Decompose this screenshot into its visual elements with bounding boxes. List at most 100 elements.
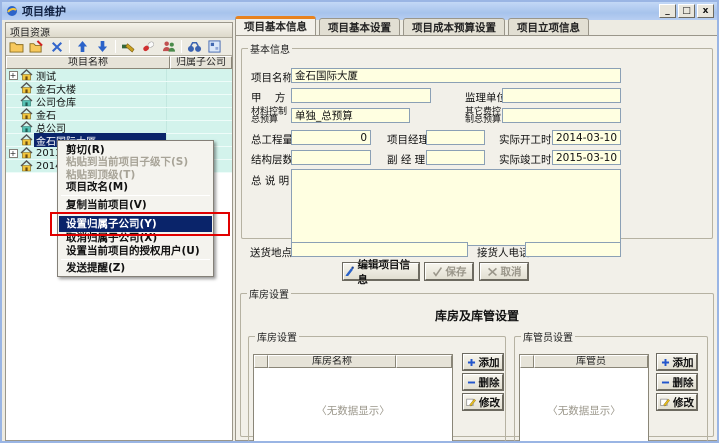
cancel-x-icon: [487, 266, 498, 277]
keeper-column-header[interactable]: 库管员: [534, 355, 648, 368]
expand-plus-icon[interactable]: +: [9, 71, 18, 80]
left-panel-header: 项目资源: [6, 23, 232, 38]
remove-button-label: 删除: [479, 375, 500, 390]
tree-toolbar: [6, 38, 232, 56]
context-menu: 剪切(R) 粘贴到当前项目子级下(S) 粘贴到顶级(T) 项目改名(M) 复制当…: [57, 140, 214, 277]
quantity-label: 总工程量: [251, 132, 293, 147]
warehouse-outer-legend: 库房设置: [247, 286, 291, 301]
phone-label: 接货人电话: [477, 245, 530, 260]
start-time-field[interactable]: [552, 130, 621, 145]
minus-icon: [661, 378, 670, 387]
material-budget-field[interactable]: [291, 108, 410, 123]
warehouse-group-legend: 库房设置: [255, 329, 299, 344]
warehouse-grid[interactable]: 库房名称 〈无数据显示〉: [253, 354, 453, 443]
save-button: 保存: [425, 263, 473, 280]
home-icon: [20, 160, 34, 172]
app-icon: [6, 5, 18, 17]
panel-grid-icon[interactable]: [206, 39, 223, 54]
menu-item-set-subsidiary[interactable]: 设置归属子公司(Y): [59, 216, 212, 232]
window-title: 项目维护: [22, 3, 66, 19]
subsidiary-cell: [166, 108, 228, 120]
menu-item-send-reminder[interactable]: 发送提醒(Z): [59, 262, 212, 275]
basic-info-group: 基本信息 项目名称* 甲 方 监理单位 材料控制总预算 其它费控制总预算 总工程…: [241, 41, 713, 239]
supervisor-label: 监理单位: [465, 90, 507, 105]
column-header-subsidiary[interactable]: 归属子公司: [170, 56, 232, 69]
modify-pencil-icon: [466, 397, 476, 407]
warehouse-add-button[interactable]: 添加: [463, 354, 503, 370]
home-icon: [20, 134, 34, 146]
subsidiary-cell: [166, 69, 228, 81]
cancel-button: 取消: [480, 263, 528, 280]
tab-strip: 项目基本信息 项目基本设置 项目成本预算设置 项目立项信息: [235, 18, 589, 36]
warehouse-home-icon: [20, 121, 34, 133]
menu-separator: [61, 213, 210, 214]
phone-field[interactable]: [525, 242, 621, 257]
no-data-placeholder: 〈无数据显示〉: [254, 403, 452, 418]
material-budget-label: 材料控制总预算: [251, 108, 287, 124]
expand-plus-icon[interactable]: +: [9, 149, 18, 158]
keeper-remove-button[interactable]: 删除: [657, 374, 697, 390]
menu-item-rename-project[interactable]: 项目改名(M): [59, 181, 212, 194]
edit-project-button[interactable]: 编辑项目信息: [343, 263, 419, 280]
menu-item-copy-project[interactable]: 复制当前项目(V): [59, 198, 212, 211]
move-down-icon[interactable]: [94, 39, 111, 54]
toolbar-separator: [181, 40, 182, 53]
add-button-label: 添加: [673, 355, 694, 370]
other-budget-field[interactable]: [502, 108, 621, 123]
party-a-field[interactable]: [291, 88, 431, 103]
delivery-field[interactable]: [291, 242, 468, 257]
warehouse-modify-button[interactable]: 修改: [463, 394, 503, 410]
delivery-label: 送货地点: [250, 245, 292, 260]
floors-label: 结构层数: [251, 152, 293, 167]
subsidiary-cell: [166, 82, 228, 94]
end-time-field[interactable]: [552, 150, 621, 165]
minus-icon: [467, 378, 476, 387]
delete-x-icon[interactable]: [48, 39, 65, 54]
manager-field[interactable]: [426, 130, 485, 145]
deputy-field[interactable]: [426, 150, 485, 165]
tab-project-basic-info[interactable]: 项目基本信息: [235, 16, 316, 36]
deputy-label: 副 经 理: [387, 152, 425, 167]
tab-content: 基本信息 项目名称* 甲 方 监理单位 材料控制总预算 其它费控制总预算 总工程…: [235, 35, 718, 441]
pen-capsule-icon[interactable]: [140, 39, 157, 54]
modify-pencil-icon: [660, 397, 670, 407]
keeper-add-button[interactable]: 添加: [657, 354, 697, 370]
remove-button-label: 删除: [673, 375, 694, 390]
flashlight-icon[interactable]: [120, 39, 137, 54]
tab-project-basic-settings[interactable]: 项目基本设置: [319, 18, 400, 36]
add-button-label: 添加: [479, 355, 500, 370]
save-check-icon: [432, 266, 443, 277]
keeper-modify-button[interactable]: 修改: [657, 394, 697, 410]
move-up-icon[interactable]: [74, 39, 91, 54]
menu-item-set-authorized-users[interactable]: 设置当前项目的授权用户(U): [59, 244, 212, 257]
modify-button-label: 修改: [479, 395, 500, 410]
app-window: 项目维护 _ □ x 项目资源: [0, 0, 719, 443]
party-a-label: 甲 方: [251, 90, 285, 105]
cancel-button-label: 取消: [501, 264, 522, 279]
tab-cost-budget-settings[interactable]: 项目成本预算设置: [403, 18, 505, 36]
home-icon: [20, 147, 34, 159]
quantity-field[interactable]: [291, 130, 371, 145]
warehouse-remove-button[interactable]: 删除: [463, 374, 503, 390]
binoculars-search-icon[interactable]: [186, 39, 203, 54]
users-icon[interactable]: [160, 39, 177, 54]
supervisor-field[interactable]: [502, 88, 621, 103]
project-name-field[interactable]: [291, 68, 621, 83]
basic-info-legend: 基本信息: [248, 41, 292, 56]
description-textarea[interactable]: [291, 169, 621, 246]
keeper-grid[interactable]: 库管员 〈无数据显示〉: [519, 354, 649, 443]
subsidiary-cell: [166, 121, 228, 133]
manager-label: 项目经理: [387, 132, 429, 147]
other-budget-label: 其它费控制总预算: [465, 108, 501, 124]
warehouse-name-column-header[interactable]: 库房名称: [268, 355, 396, 368]
warehouse-group: 库房设置 库房名称 〈无数据显示〉 添加: [248, 329, 506, 442]
folder-edit-icon[interactable]: [28, 39, 45, 54]
warehouse-outer-group: 库房设置 库房及库管设置 库房设置 库房名称 〈无数据显示〉: [240, 286, 714, 437]
tab-project-initiation-info[interactable]: 项目立项信息: [508, 18, 589, 36]
open-folder-icon[interactable]: [8, 39, 25, 54]
modify-button-label: 修改: [673, 395, 694, 410]
floors-field[interactable]: [291, 150, 371, 165]
detail-panel: 项目基本信息 项目基本设置 项目成本预算设置 项目立项信息 基本信息 项目名称*…: [235, 10, 718, 441]
toolbar-separator: [115, 40, 116, 53]
no-data-placeholder: 〈无数据显示〉: [520, 403, 648, 418]
